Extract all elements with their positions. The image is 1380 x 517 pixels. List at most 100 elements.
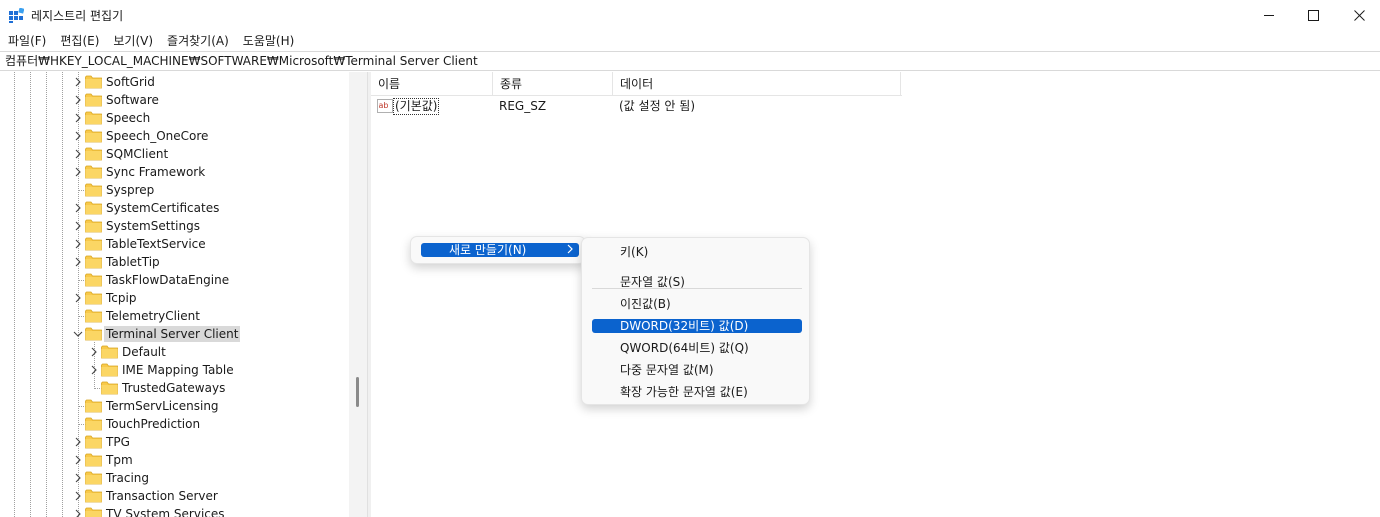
tree-vertical-scrollbar[interactable] bbox=[349, 72, 367, 517]
submenu-item-label: 확장 가능한 문자열 값(E) bbox=[620, 385, 748, 399]
close-icon bbox=[1353, 10, 1365, 21]
column-name-header[interactable]: 이름 bbox=[371, 72, 493, 96]
maximize-button[interactable] bbox=[1290, 0, 1336, 31]
tree-item-label: SystemSettings bbox=[106, 219, 200, 233]
tree-item[interactable]: TrustedGateways bbox=[0, 379, 345, 397]
tree-item[interactable]: SystemCertificates bbox=[0, 199, 345, 217]
submenu-item[interactable]: 이진값(B) bbox=[592, 297, 802, 311]
column-type-header[interactable]: 종류 bbox=[493, 72, 613, 96]
tree-item[interactable]: SQMClient bbox=[0, 145, 345, 163]
close-button[interactable] bbox=[1336, 0, 1380, 31]
chevron-right-icon[interactable] bbox=[89, 346, 99, 358]
chevron-right-icon[interactable] bbox=[73, 472, 83, 484]
chevron-right-icon[interactable] bbox=[73, 256, 83, 268]
value-list: 이름 종류 데이터 ab (기본값) REG_SZ (값 설정 안 됨) bbox=[371, 72, 1380, 517]
tree-item-label: Sync Framework bbox=[106, 165, 206, 179]
menu-help[interactable]: 도움말(H) bbox=[236, 31, 302, 51]
minimize-button[interactable] bbox=[1246, 0, 1292, 31]
tree-item-label: Sysprep bbox=[106, 183, 155, 197]
tree-item-label: Default bbox=[122, 345, 166, 359]
chevron-right-icon[interactable] bbox=[73, 94, 83, 106]
tree-item[interactable]: Terminal Server Client bbox=[0, 325, 345, 343]
chevron-right-icon[interactable] bbox=[73, 76, 83, 88]
chevron-right-icon[interactable] bbox=[73, 112, 83, 124]
tree-item[interactable]: Software bbox=[0, 91, 345, 109]
submenu-item[interactable]: 키(K) bbox=[592, 245, 802, 259]
tree-item[interactable]: SoftGrid bbox=[0, 73, 345, 91]
window-title: 레지스트리 편집기 bbox=[31, 9, 124, 23]
folder-icon bbox=[85, 75, 102, 89]
folder-icon bbox=[85, 327, 102, 341]
menu-edit[interactable]: 편집(E) bbox=[53, 31, 106, 51]
folder-icon bbox=[85, 273, 102, 287]
tree-item-label: TrustedGateways bbox=[122, 381, 226, 395]
chevron-right-icon[interactable] bbox=[73, 508, 83, 517]
tree-item[interactable]: Tcpip bbox=[0, 289, 345, 307]
tree-item-label: SystemCertificates bbox=[106, 201, 220, 215]
chevron-right-icon[interactable] bbox=[73, 454, 83, 466]
chevron-right-icon[interactable] bbox=[73, 238, 83, 250]
tree-item[interactable]: TPG bbox=[0, 433, 345, 451]
menu-item-new[interactable]: 새로 만들기(N) bbox=[421, 243, 579, 257]
scrollbar-thumb[interactable] bbox=[356, 377, 359, 407]
submenu-item[interactable]: DWORD(32비트) 값(D) bbox=[592, 319, 802, 333]
chevron-right-icon[interactable] bbox=[73, 436, 83, 448]
submenu-item[interactable]: QWORD(64비트) 값(Q) bbox=[592, 341, 802, 355]
folder-icon bbox=[85, 129, 102, 143]
folder-icon bbox=[101, 381, 118, 395]
chevron-right-icon[interactable] bbox=[73, 490, 83, 502]
chevron-right-icon[interactable] bbox=[73, 148, 83, 160]
menu-file[interactable]: 파일(F) bbox=[0, 31, 53, 51]
tree-item[interactable]: TableTextService bbox=[0, 235, 345, 253]
chevron-right-icon[interactable] bbox=[73, 130, 83, 142]
chevron-right-icon[interactable] bbox=[73, 202, 83, 214]
tree-item-label: TaskFlowDataEngine bbox=[106, 273, 230, 287]
tree-item[interactable]: SystemSettings bbox=[0, 217, 345, 235]
submenu-item-label: QWORD(64비트) 값(Q) bbox=[620, 341, 749, 355]
tree-item[interactable]: Speech_OneCore bbox=[0, 127, 345, 145]
chevron-down-icon[interactable] bbox=[73, 328, 83, 340]
menu-favorites[interactable]: 즐겨찾기(A) bbox=[160, 31, 236, 51]
submenu-item[interactable]: 다중 문자열 값(M) bbox=[592, 363, 802, 377]
chevron-right-icon[interactable] bbox=[73, 220, 83, 232]
registry-editor-app-icon bbox=[9, 8, 24, 23]
submenu-item[interactable]: 확장 가능한 문자열 값(E) bbox=[592, 385, 802, 399]
tree-item-label: Tcpip bbox=[106, 291, 137, 305]
address-bar[interactable]: 컴퓨터₩HKEY_LOCAL_MACHINE₩SOFTWARE₩Microsof… bbox=[0, 51, 1380, 71]
value-row[interactable]: ab (기본값) REG_SZ (값 설정 안 됨) bbox=[371, 96, 902, 116]
tree-item[interactable]: Speech bbox=[0, 109, 345, 127]
tree-item[interactable]: Default bbox=[0, 343, 345, 361]
tree-item-label: Tracing bbox=[106, 471, 150, 485]
value-name[interactable]: (기본값) bbox=[393, 98, 440, 115]
tree-item[interactable]: TermServLicensing bbox=[0, 397, 345, 415]
tree-item[interactable]: Transaction Server bbox=[0, 487, 345, 505]
submenu-item[interactable]: 문자열 값(S) bbox=[592, 275, 802, 289]
chevron-right-icon[interactable] bbox=[89, 364, 99, 376]
folder-icon bbox=[85, 201, 102, 215]
tree-item[interactable]: TelemetryClient bbox=[0, 307, 345, 325]
tree-item[interactable]: Sync Framework bbox=[0, 163, 345, 181]
tree-item[interactable]: Sysprep bbox=[0, 181, 345, 199]
tree-item[interactable]: TouchPrediction bbox=[0, 415, 345, 433]
chevron-right-icon[interactable] bbox=[73, 292, 83, 304]
tree-item[interactable]: Tpm bbox=[0, 451, 345, 469]
folder-icon bbox=[85, 471, 102, 485]
tree-item-label: Speech_OneCore bbox=[106, 129, 209, 143]
tree-item[interactable]: TabletTip bbox=[0, 253, 345, 271]
tree-item-label: TV System Services bbox=[106, 507, 225, 517]
tree-item-label: SoftGrid bbox=[106, 75, 155, 89]
menu-view[interactable]: 보기(V) bbox=[106, 31, 160, 51]
tree-item[interactable]: IME Mapping Table bbox=[0, 361, 345, 379]
column-data-header[interactable]: 데이터 bbox=[613, 72, 901, 96]
tree-item-label: TabletTip bbox=[106, 255, 160, 269]
tree-item[interactable]: TaskFlowDataEngine bbox=[0, 271, 345, 289]
chevron-right-icon[interactable] bbox=[73, 166, 83, 178]
tree-item[interactable]: Tracing bbox=[0, 469, 345, 487]
folder-icon bbox=[85, 507, 102, 517]
minimize-icon bbox=[1263, 15, 1274, 16]
maximize-icon bbox=[1307, 10, 1319, 21]
folder-icon bbox=[85, 453, 102, 467]
title-bar: 레지스트리 편집기 bbox=[0, 0, 1380, 31]
folder-icon bbox=[85, 291, 102, 305]
tree-item[interactable]: TV System Services bbox=[0, 505, 345, 517]
